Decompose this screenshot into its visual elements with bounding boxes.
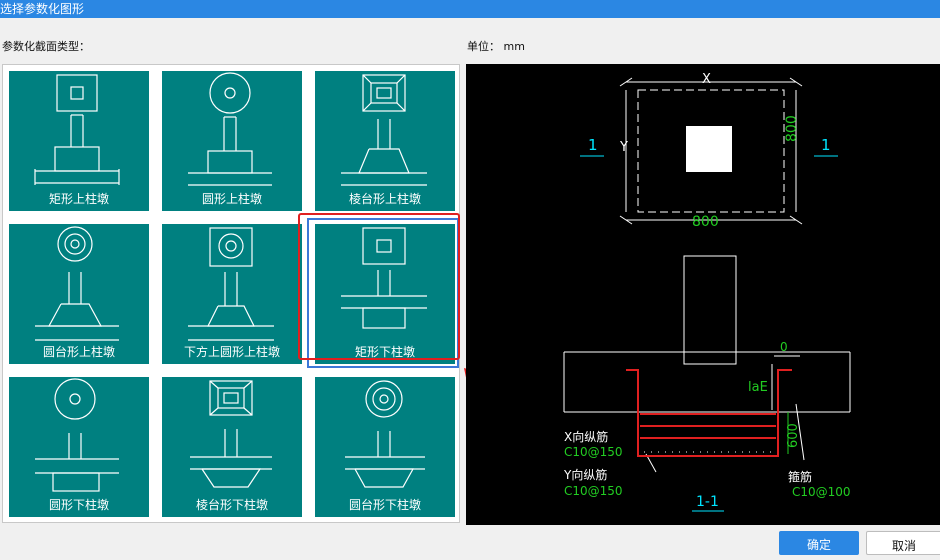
shape-tile: 圆台形下柱墩 <box>315 377 455 517</box>
shape-label: 矩形上柱墩 <box>48 192 109 206</box>
shape-tile: 矩形上柱墩 <box>9 71 149 211</box>
shape-option-frustum-upper[interactable]: 棱台形上柱墩 <box>309 65 461 217</box>
shape-label: 棱台形上柱墩 <box>348 192 421 206</box>
x-rebar-label: X向纵筋 <box>564 430 609 444</box>
y-rebar-label: Y向纵筋 <box>564 468 608 482</box>
preview-drawing <box>563 77 851 512</box>
window-title: 选择参数化图形 <box>0 2 85 16</box>
shape-option-cone-lower[interactable]: 圆台形下柱墩 <box>309 371 461 523</box>
shape-label: 圆台形下柱墩 <box>348 498 421 512</box>
shape-option-rect-upper[interactable]: 矩形上柱墩 <box>3 65 155 217</box>
shape-label: 圆形下柱墩 <box>48 498 109 512</box>
shape-tile: 圆形下柱墩 <box>9 377 149 517</box>
shape-tile: 下方上圆形上柱墩 <box>162 224 302 364</box>
dim-x-label: X <box>702 72 711 87</box>
section-marker-right: 1 <box>821 136 831 154</box>
shape-tile: 棱台形下柱墩 <box>162 377 302 517</box>
unit-label: 单位： mm <box>467 40 525 53</box>
shape-tile: 棱台形上柱墩 <box>315 71 455 211</box>
shape-option-circle-upper[interactable]: 圆形上柱墩 <box>156 65 308 217</box>
dim-top-label: 0 <box>780 340 788 354</box>
section-height-label: 600 <box>786 423 801 448</box>
cancel-button[interactable]: 取消 <box>866 531 940 555</box>
highlight-annotation-box <box>298 213 460 360</box>
stirrup-label: 箍筋 <box>788 470 813 484</box>
shape-label: 圆形上柱墩 <box>201 192 262 206</box>
section-type-label: 参数化截面类型： <box>2 40 90 53</box>
shape-label: 棱台形下柱墩 <box>195 498 268 512</box>
section-title: 1-1 <box>696 494 719 510</box>
dim-y-label: Y <box>620 140 628 155</box>
shape-label: 下方上圆形上柱墩 <box>183 345 280 359</box>
shape-option-square-circle-upper[interactable]: 下方上圆形上柱墩 <box>156 218 308 370</box>
shape-option-frustum-lower[interactable]: 棱台形下柱墩 <box>156 371 308 523</box>
shape-option-circle-lower[interactable]: 圆形下柱墩 <box>3 371 155 523</box>
shape-preview-panel: X Y 800 800 1 1 0 laE 600 X向纵筋 C10@150 Y… <box>466 64 940 525</box>
y-rebar-value: C10@150 <box>564 484 623 498</box>
ok-button[interactable]: 确定 <box>779 531 859 555</box>
shape-tile: 圆形上柱墩 <box>162 71 302 211</box>
shape-tile: 圆台形上柱墩 <box>9 224 149 364</box>
x-rebar-value: C10@150 <box>564 445 623 459</box>
window-titlebar: 选择参数化图形 <box>0 0 940 18</box>
dim-width-label: 800 <box>692 214 719 230</box>
shape-option-cone-upper[interactable]: 圆台形上柱墩 <box>3 218 155 370</box>
dim-lae-label: laE <box>748 380 768 395</box>
shape-label: 圆台形上柱墩 <box>42 345 115 359</box>
dim-height-label: 800 <box>784 115 800 142</box>
section-marker-left: 1 <box>588 136 598 154</box>
stirrup-value: C10@100 <box>792 485 851 499</box>
